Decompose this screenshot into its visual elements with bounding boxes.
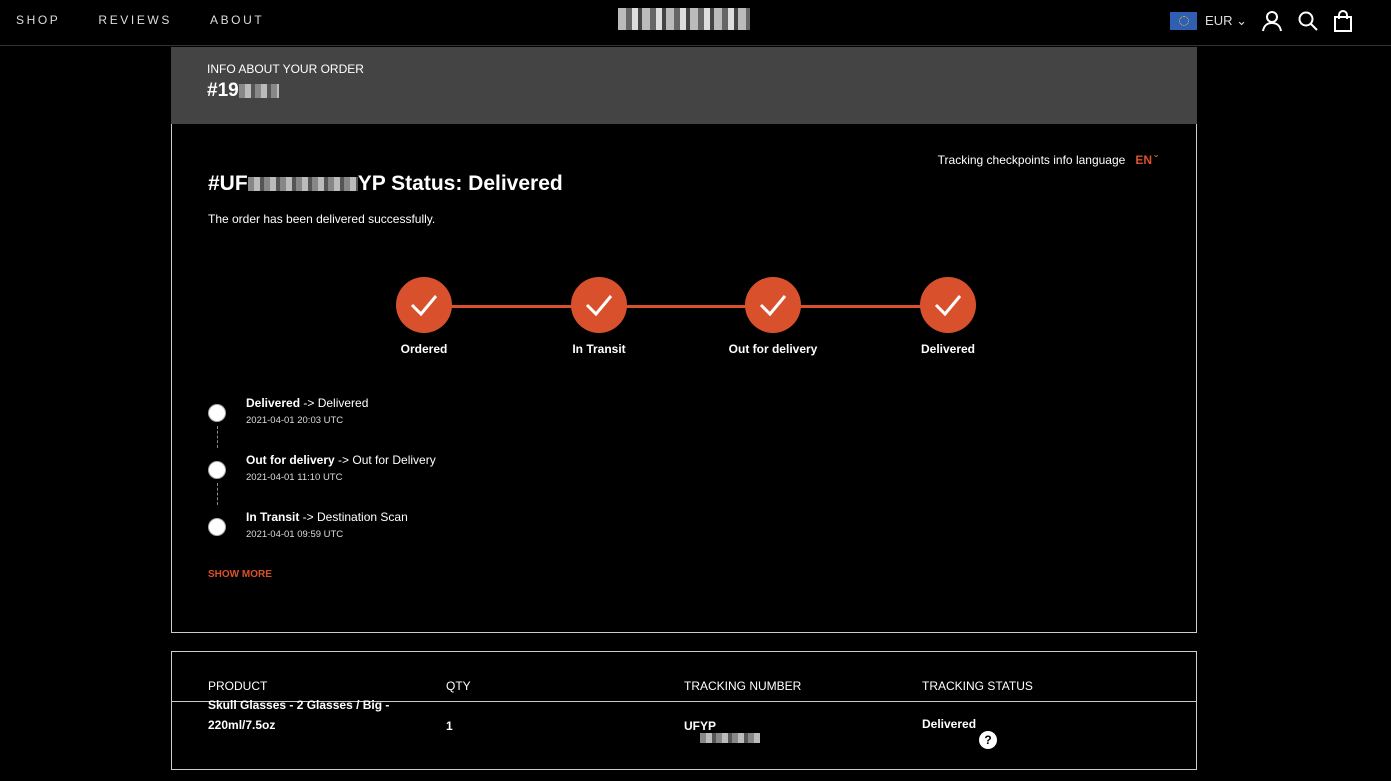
- search-icon[interactable]: [1297, 10, 1319, 32]
- logo[interactable]: [618, 8, 750, 30]
- progress-steps: Ordered In Transit Out for delivery Deli…: [396, 277, 977, 367]
- check-icon: [585, 295, 613, 317]
- show-more-link[interactable]: SHOW MORE: [208, 569, 272, 580]
- checkpoint-timeline: Delivered -> Delivered 2021-04-01 20:03 U…: [208, 396, 436, 567]
- check-icon: [410, 295, 438, 317]
- order-label: INFO ABOUT YOUR ORDER: [207, 62, 364, 76]
- nav-reviews[interactable]: REVIEWS: [98, 13, 172, 27]
- language-value[interactable]: EN: [1135, 153, 1152, 167]
- help-icon[interactable]: ?: [979, 731, 998, 749]
- chevron-down-icon: ˇ: [1154, 153, 1158, 167]
- check-icon: [759, 295, 787, 317]
- timeline-event: Delivered -> Delivered 2021-04-01 20:03 U…: [208, 396, 436, 453]
- tracking-panel: Tracking checkpoints info language EN ˇ #U…: [171, 124, 1197, 633]
- account-icon[interactable]: [1261, 10, 1283, 32]
- tracking-number[interactable]: UF YP: [684, 716, 760, 743]
- nav-about[interactable]: ABOUT: [210, 13, 264, 27]
- top-nav: SHOP REVIEWS ABOUT EUR ⌄: [0, 0, 1391, 46]
- eu-flag-icon[interactable]: [1170, 12, 1198, 30]
- order-number: #19: [207, 80, 279, 102]
- status-message: The order has been delivered successfull…: [208, 212, 436, 226]
- order-table: PRODUCT QTY TRACKING NUMBER TRACKING STA…: [171, 651, 1197, 770]
- step-out-for-delivery: Out for delivery: [713, 277, 833, 356]
- product-name: Skull Glasses - 2 Glasses / Big -220ml/7…: [208, 698, 390, 732]
- tracking-status: Delivered?: [922, 714, 998, 749]
- cart-icon[interactable]: [1333, 10, 1353, 32]
- tracking-title: #UF YP Status: Delivered: [208, 172, 563, 195]
- currency-label: EUR: [1205, 13, 1233, 28]
- timeline-event: Out for delivery -> Out for Delivery 2021…: [208, 453, 436, 510]
- step-in-transit: In Transit: [539, 277, 659, 356]
- timeline-event: In Transit -> Destination Scan 2021-04-01…: [208, 510, 436, 567]
- check-icon: [934, 295, 962, 317]
- language-selector[interactable]: Tracking checkpoints info language EN ˇ: [938, 153, 1158, 167]
- step-delivered: Delivered: [888, 277, 1008, 356]
- order-header: INFO ABOUT YOUR ORDER #19: [171, 47, 1197, 124]
- step-ordered: Ordered: [364, 277, 484, 356]
- currency-selector[interactable]: EUR ⌄: [1205, 13, 1247, 29]
- nav-shop[interactable]: SHOP: [16, 13, 60, 27]
- qty: 1: [446, 719, 453, 733]
